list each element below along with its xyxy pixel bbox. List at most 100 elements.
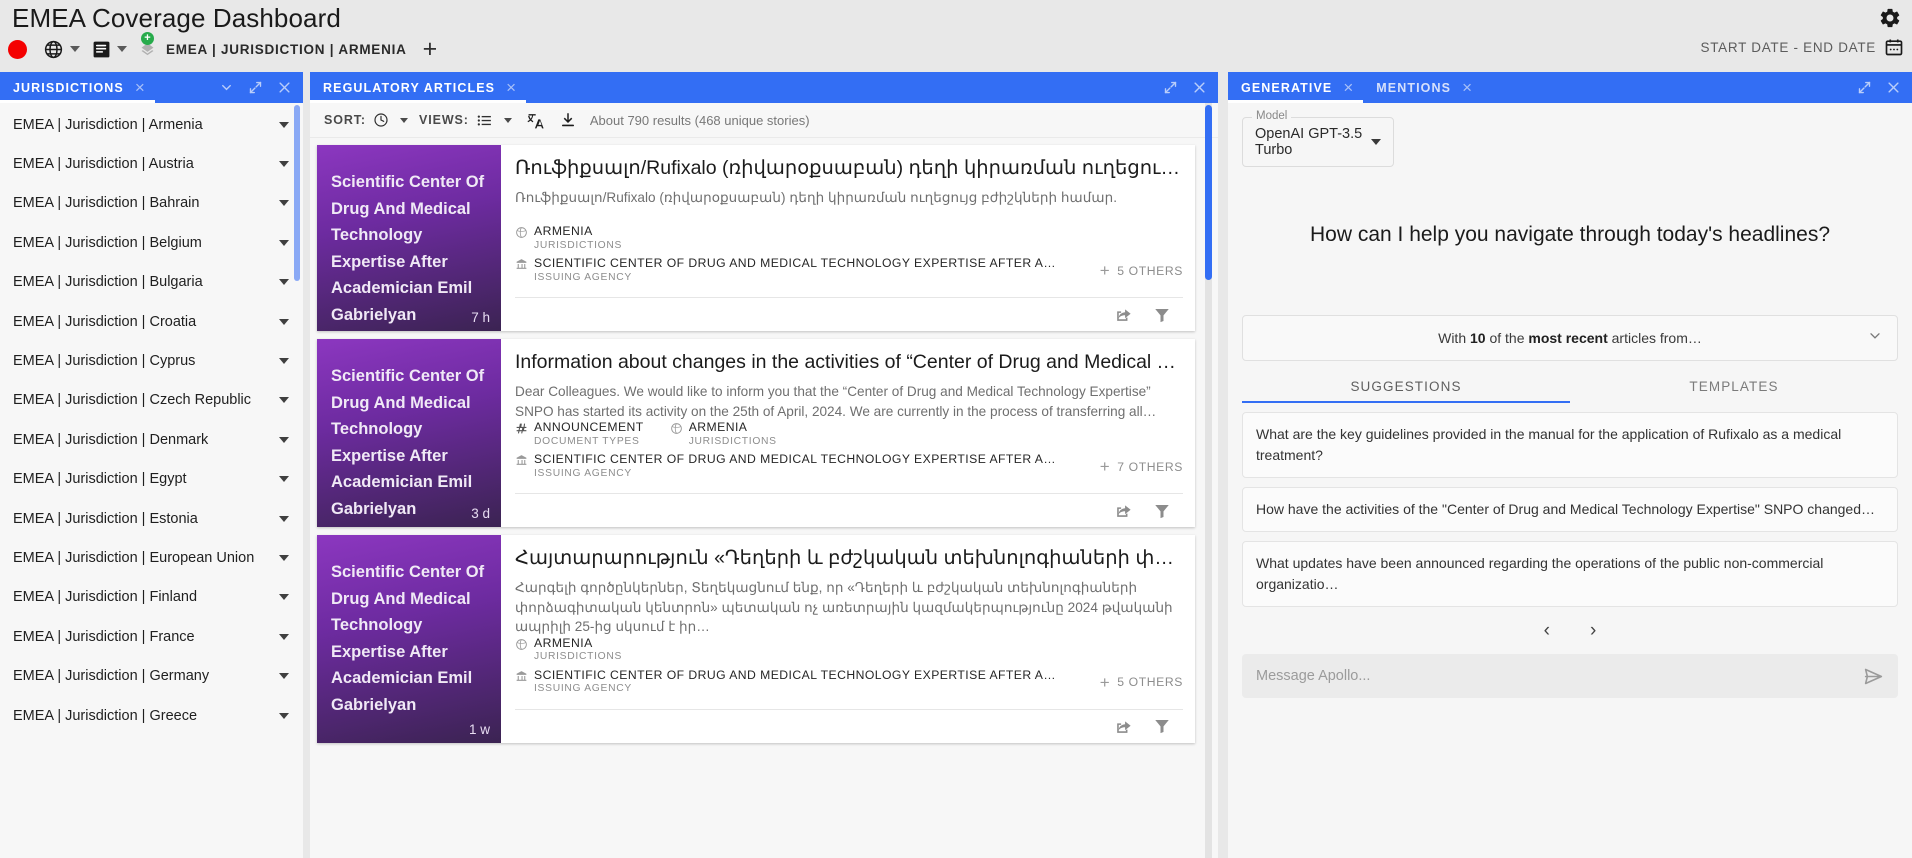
chevron-down-icon[interactable] — [279, 634, 289, 640]
article-card[interactable]: Scientific Center Of Drug And Medical Te… — [317, 535, 1195, 743]
jurisdiction-list-item[interactable]: EMEA | Jurisdiction | Germany — [0, 656, 303, 695]
article-card-list[interactable]: Scientific Center Of Drug And Medical Te… — [310, 138, 1218, 858]
clock-icon[interactable] — [373, 112, 389, 128]
jurisdiction-list-item[interactable]: EMEA | Jurisdiction | Bulgaria — [0, 263, 303, 302]
filter-icon[interactable] — [1153, 306, 1171, 324]
tab-templates[interactable]: TEMPLATES — [1570, 379, 1898, 403]
list-view-icon[interactable] — [476, 112, 493, 129]
sort-dropdown-caret[interactable] — [400, 118, 408, 123]
expand-icon[interactable] — [1163, 80, 1178, 95]
jurisdiction-list-item[interactable]: EMEA | Jurisdiction | Armenia — [0, 105, 303, 144]
article-issuing-agency[interactable]: SCIENTIFIC CENTER OF DRUG AND MEDICAL TE… — [515, 669, 1062, 696]
more-entities-button[interactable]: +5 OTHERS — [1088, 674, 1183, 691]
jurisdiction-list-item[interactable]: EMEA | Jurisdiction | Austria — [0, 144, 303, 183]
next-suggestions-button[interactable]: › — [1590, 621, 1596, 640]
article-meta-item[interactable]: ARMENIAJURISDICTIONS — [670, 421, 777, 448]
chevron-down-icon[interactable] — [279, 437, 289, 443]
tab-suggestions[interactable]: SUGGESTIONS — [1242, 379, 1570, 403]
chevron-down-icon[interactable] — [279, 161, 289, 167]
close-icon[interactable]: × — [1462, 79, 1472, 96]
article-card[interactable]: Scientific Center Of Drug And Medical Te… — [317, 145, 1195, 331]
chevron-down-icon[interactable] — [279, 279, 289, 285]
prev-suggestions-button[interactable]: ‹ — [1544, 621, 1550, 640]
chevron-down-icon[interactable] — [279, 358, 289, 364]
jurisdiction-list-item[interactable]: EMEA | Jurisdiction | Finland — [0, 578, 303, 617]
expand-icon[interactable] — [248, 80, 263, 95]
chevron-down-icon[interactable] — [279, 673, 289, 679]
share-icon[interactable] — [1114, 501, 1133, 520]
article-issuing-agency[interactable]: SCIENTIFIC CENTER OF DRUG AND MEDICAL TE… — [515, 257, 1062, 284]
chevron-down-icon[interactable] — [279, 594, 289, 600]
gear-icon[interactable] — [1878, 6, 1902, 30]
tab-mentions[interactable]: MENTIONS × — [1363, 72, 1482, 103]
add-tab-button[interactable]: + — [423, 37, 438, 62]
chevron-down-icon[interactable] — [279, 200, 289, 206]
chevron-down-icon[interactable] — [279, 516, 289, 522]
send-icon[interactable] — [1863, 666, 1884, 687]
chevron-down-icon[interactable] — [279, 319, 289, 325]
globe-dropdown-caret[interactable] — [70, 46, 80, 52]
message-input-wrapper[interactable]: Message Apollo... — [1242, 654, 1898, 698]
chevron-down-icon[interactable] — [279, 555, 289, 561]
close-icon[interactable]: × — [135, 79, 145, 96]
chevron-down-icon[interactable] — [279, 476, 289, 482]
chevron-down-icon[interactable] — [279, 240, 289, 246]
chevron-down-icon[interactable] — [219, 80, 234, 95]
tab-regulatory-articles[interactable]: REGULATORY ARTICLES × — [310, 72, 526, 103]
calendar-icon[interactable] — [1884, 37, 1904, 62]
globe-icon[interactable] — [43, 39, 64, 60]
suggestion-card[interactable]: What are the key guidelines provided in … — [1242, 412, 1898, 478]
chevron-down-icon[interactable] — [279, 122, 289, 128]
article-meta-item[interactable]: ANNOUNCEMENTDOCUMENT TYPES — [515, 421, 644, 448]
expand-icon[interactable] — [1857, 80, 1872, 95]
share-icon[interactable] — [1114, 717, 1133, 736]
translate-icon[interactable] — [527, 111, 546, 130]
tab-generative[interactable]: GENERATIVE × — [1228, 72, 1363, 103]
views-dropdown-caret[interactable] — [504, 118, 512, 123]
suggestion-card[interactable]: How have the activities of the "Center o… — [1242, 487, 1898, 532]
jurisdiction-list-item[interactable]: EMEA | Jurisdiction | Greece — [0, 696, 303, 735]
tab-jurisdictions[interactable]: JURISDICTIONS × — [0, 72, 155, 103]
jurisdictions-scrollbar[interactable] — [294, 105, 300, 281]
date-range-label[interactable]: START DATE - END DATE — [1701, 40, 1876, 55]
jurisdiction-list-item[interactable]: EMEA | Jurisdiction | Czech Republic — [0, 381, 303, 420]
download-icon[interactable] — [559, 111, 577, 129]
article-thumbnail[interactable]: Scientific Center Of Drug And Medical Te… — [317, 535, 501, 743]
jurisdiction-list-item[interactable]: EMEA | Jurisdiction | Denmark — [0, 420, 303, 459]
jurisdiction-list-item[interactable]: EMEA | Jurisdiction | Bahrain — [0, 184, 303, 223]
breadcrumb[interactable]: EMEA | JURISDICTION | ARMENIA — [166, 42, 407, 57]
jurisdiction-list-item[interactable]: EMEA | Jurisdiction | Belgium — [0, 223, 303, 262]
close-icon[interactable]: × — [506, 79, 516, 96]
saved-search-icon[interactable] — [92, 40, 111, 59]
article-meta-item[interactable]: ARMENIAJURISDICTIONS — [515, 637, 622, 664]
jurisdiction-list-item[interactable]: EMEA | Jurisdiction | Cyprus — [0, 341, 303, 380]
close-icon[interactable]: × — [1343, 79, 1353, 96]
articles-scrollbar[interactable] — [1205, 105, 1212, 280]
share-icon[interactable] — [1114, 305, 1133, 324]
article-title[interactable]: Information about changes in the activit… — [515, 349, 1183, 375]
article-title[interactable]: Ռուֆիքսալո/Rufixalo (ռիվարօքսաբան) դեղի … — [515, 155, 1183, 181]
record-dot-icon[interactable] — [8, 40, 27, 59]
more-entities-button[interactable]: +5 OTHERS — [1088, 262, 1183, 279]
more-entities-button[interactable]: +7 OTHERS — [1088, 458, 1183, 475]
jurisdiction-list-item[interactable]: EMEA | Jurisdiction | Croatia — [0, 302, 303, 341]
article-card[interactable]: Scientific Center Of Drug And Medical Te… — [317, 339, 1195, 527]
jurisdiction-list-item[interactable]: EMEA | Jurisdiction | France — [0, 617, 303, 656]
close-icon[interactable] — [1192, 80, 1207, 95]
saved-search-dropdown-caret[interactable] — [117, 46, 127, 52]
article-issuing-agency[interactable]: SCIENTIFIC CENTER OF DRUG AND MEDICAL TE… — [515, 453, 1062, 480]
chevron-down-icon[interactable] — [279, 397, 289, 403]
filter-icon[interactable] — [1153, 502, 1171, 520]
article-thumbnail[interactable]: Scientific Center Of Drug And Medical Te… — [317, 339, 501, 527]
layers-icon[interactable]: + — [139, 41, 156, 58]
article-thumbnail[interactable]: Scientific Center Of Drug And Medical Te… — [317, 145, 501, 331]
jurisdiction-list-item[interactable]: EMEA | Jurisdiction | European Union — [0, 538, 303, 577]
close-icon[interactable] — [277, 80, 292, 95]
close-icon[interactable] — [1886, 80, 1901, 95]
jurisdiction-list[interactable]: EMEA | Jurisdiction | ArmeniaEMEA | Juri… — [0, 103, 303, 858]
jurisdiction-list-item[interactable]: EMEA | Jurisdiction | Estonia — [0, 499, 303, 538]
suggestion-card[interactable]: What updates have been announced regardi… — [1242, 541, 1898, 607]
model-select[interactable]: Model OpenAI GPT-3.5 Turbo — [1242, 117, 1394, 167]
article-title[interactable]: Հայտարարություն «Դեղերի և բժշկական տեխնո… — [515, 545, 1183, 571]
jurisdiction-list-item[interactable]: EMEA | Jurisdiction | Egypt — [0, 460, 303, 499]
